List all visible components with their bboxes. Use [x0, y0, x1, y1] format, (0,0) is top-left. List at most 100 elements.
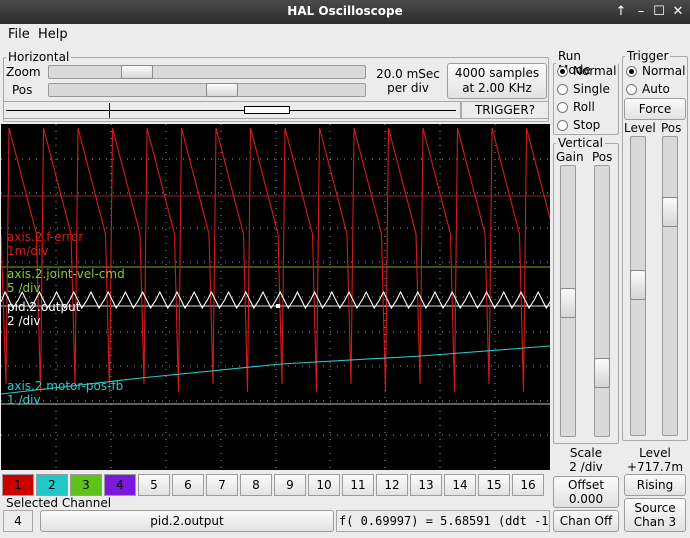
scale-readout: Scale 2 /div	[553, 446, 619, 474]
pos-slider-thumb[interactable]	[206, 83, 238, 97]
zoom-label: Zoom	[6, 65, 41, 79]
trigger-source-label: Source	[634, 501, 676, 515]
channel-button-4[interactable]: 4	[104, 474, 136, 496]
trace-3-scale: 2 /div	[7, 314, 41, 328]
pos-slider[interactable]	[48, 83, 366, 97]
trigger-level-slider-thumb[interactable]	[630, 270, 646, 300]
close-button[interactable]: ✕	[669, 3, 687, 21]
scope-canvas: axis.2.f-error 1m/div axis.2.joint-vel-c…	[0, 124, 590, 470]
title-bar: HAL Oscilloscope ↑ – ☐ ✕	[0, 0, 690, 24]
radio-selected-icon	[557, 66, 568, 77]
gain-slider[interactable]	[560, 165, 576, 437]
zoom-slider-thumb[interactable]	[121, 65, 153, 79]
trace-4-scale: 1 /div	[7, 393, 41, 407]
run-mode-stop-label: Stop	[573, 118, 601, 132]
selected-channel-heading: Selected Channel	[6, 496, 112, 510]
trigger-pos-slider-thumb[interactable]	[662, 197, 678, 227]
trigger-level-label: Level	[624, 121, 656, 135]
visible-window-box	[244, 106, 290, 114]
channel-button-9[interactable]: 9	[274, 474, 306, 496]
channel-button-6[interactable]: 6	[172, 474, 204, 496]
channel-button-16[interactable]: 16	[512, 474, 544, 496]
vertical-legend: Vertical	[558, 136, 603, 150]
channel-button-15[interactable]: 15	[478, 474, 510, 496]
gain-label: Gain	[556, 150, 584, 164]
force-button[interactable]: Force	[624, 98, 686, 120]
trigger-marker	[109, 103, 110, 118]
channel-button-1[interactable]: 1	[2, 474, 34, 496]
channel-button-14[interactable]: 14	[444, 474, 476, 496]
menu-help[interactable]: Help	[38, 27, 68, 42]
scope-traces	[0, 127, 590, 395]
run-mode-single-label: Single	[573, 82, 610, 96]
channel-button-10[interactable]: 10	[308, 474, 340, 496]
trace-3-name: pid.2.output	[7, 300, 81, 314]
trigger-source-button[interactable]: Source Chan 3	[624, 498, 686, 532]
window-title: HAL Oscilloscope	[287, 4, 403, 18]
radio-selected-icon	[626, 66, 637, 77]
channel-button-5[interactable]: 5	[138, 474, 170, 496]
rate-line-2: per div	[387, 81, 429, 95]
trigger-pos-label: Pos	[661, 121, 682, 135]
cursor-readout: f( 0.69997) = 5.68591 (ddt -15	[336, 510, 550, 532]
trigger-position-strip[interactable]	[3, 101, 461, 119]
samples-button[interactable]: 4000 samples at 2.00 KHz	[447, 63, 547, 99]
offset-button[interactable]: Offset 0.000	[553, 476, 619, 508]
horizontal-legend: Horizontal	[8, 50, 70, 64]
selected-channel-name-button[interactable]: pid.2.output	[40, 510, 334, 532]
trigger-pos-slider[interactable]	[662, 136, 678, 436]
selected-channel-number: 4	[3, 510, 33, 532]
vertical-pos-label: Pos	[592, 150, 613, 164]
radio-icon	[557, 84, 568, 95]
gain-slider-thumb[interactable]	[560, 288, 576, 318]
pos-label: Pos	[12, 83, 33, 97]
trigger-status: TRIGGER?	[461, 101, 549, 119]
trace-1-scale: 1m/div	[7, 244, 48, 258]
trace-2-name: axis.2.joint-vel-cmd	[7, 267, 125, 281]
samples-line-2: at 2.00 KHz	[462, 81, 532, 95]
scope-grid	[1, 124, 550, 470]
run-mode-normal-label: Normal	[573, 64, 617, 78]
scope-display[interactable]: axis.2.f-error 1m/div axis.2.joint-vel-c…	[0, 124, 590, 470]
sample-rate-readout: 20.0 mSec per div	[372, 67, 444, 95]
channel-button-2[interactable]: 2	[36, 474, 68, 496]
minimize-button[interactable]: –	[632, 3, 650, 21]
chan-off-button[interactable]: Chan Off	[553, 510, 619, 532]
channel-button-11[interactable]: 11	[342, 474, 374, 496]
radio-icon	[557, 120, 568, 131]
run-mode-roll-label: Roll	[573, 100, 595, 114]
channel-button-12[interactable]: 12	[376, 474, 408, 496]
menu-file[interactable]: File	[8, 27, 30, 42]
trigger-legend: Trigger	[627, 49, 669, 63]
trigger-level-value: +717.7m	[626, 460, 684, 474]
channel-button-13[interactable]: 13	[410, 474, 442, 496]
zoom-slider[interactable]	[48, 65, 366, 79]
channel-button-8[interactable]: 8	[240, 474, 272, 496]
maximize-button[interactable]: ☐	[650, 3, 668, 21]
radio-icon	[626, 84, 637, 95]
vertical-pos-slider-thumb[interactable]	[594, 358, 610, 388]
menu-bar: File Help	[0, 24, 690, 46]
trigger-edge-button[interactable]: Rising	[624, 474, 686, 496]
trigger-level-slider[interactable]	[630, 136, 646, 436]
trigger-point-marker	[276, 304, 280, 308]
trigger-level-readout-label: Level	[639, 446, 671, 460]
scale-label: Scale	[569, 446, 603, 460]
trigger-auto-label: Auto	[642, 82, 670, 96]
scale-value: 2 /div	[569, 460, 603, 474]
samples-line-1: 4000 samples	[454, 66, 540, 80]
rate-line-1: 20.0 mSec	[376, 67, 440, 81]
trigger-level-readout: Level +717.7m	[622, 446, 688, 474]
vertical-pos-slider[interactable]	[594, 165, 610, 437]
channel-button-7[interactable]: 7	[206, 474, 238, 496]
offset-label: Offset	[567, 478, 605, 492]
trigger-source-value: Chan 3	[633, 515, 677, 529]
record-window-line	[6, 110, 456, 111]
radio-icon	[557, 102, 568, 113]
keep-above-button[interactable]: ↑	[612, 3, 630, 21]
offset-value: 0.000	[568, 492, 604, 506]
channel-button-3[interactable]: 3	[70, 474, 102, 496]
trace-1-name: axis.2.f-error	[7, 230, 83, 244]
trace-2-scale: 5 /div	[7, 281, 41, 295]
trigger-normal-label: Normal	[642, 64, 686, 78]
